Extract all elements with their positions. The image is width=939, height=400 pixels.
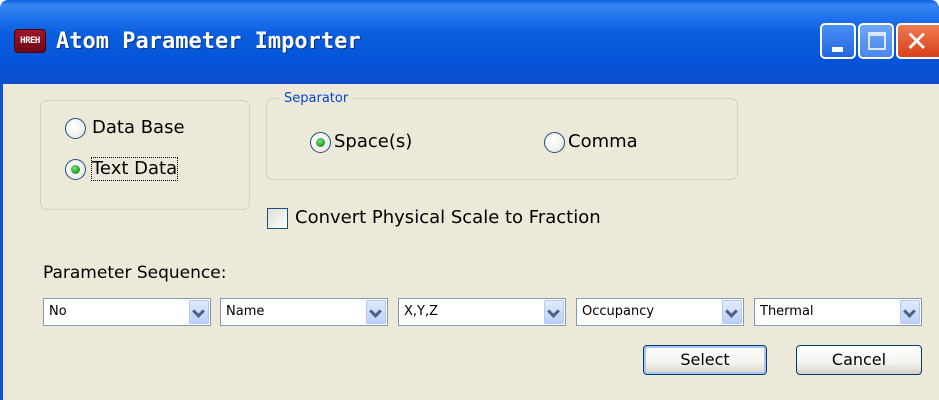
- data-base-label[interactable]: Data Base: [92, 117, 185, 139]
- data-base-radio[interactable]: [65, 118, 86, 139]
- maximize-icon: [868, 32, 886, 50]
- maximize-button[interactable]: [858, 23, 894, 59]
- chevron-down-icon[interactable]: [366, 300, 386, 324]
- text-data-radio[interactable]: [65, 159, 86, 180]
- window-title: Atom Parameter Importer: [56, 29, 361, 54]
- minimize-button[interactable]: [820, 23, 856, 59]
- convert-checkbox[interactable]: [267, 208, 288, 229]
- chevron-down-icon[interactable]: [722, 300, 742, 324]
- chevron-down-icon[interactable]: [544, 300, 564, 324]
- select-button[interactable]: Select: [643, 345, 767, 375]
- param-combo-3-value: X,Y,Z: [404, 304, 439, 319]
- space-radio[interactable]: [310, 132, 331, 153]
- close-button[interactable]: ✕: [896, 23, 939, 59]
- comma-radio[interactable]: [544, 132, 565, 153]
- dialog-window: HREH Atom Parameter Importer ✕ Data Base…: [0, 0, 939, 400]
- cancel-button[interactable]: Cancel: [796, 345, 922, 375]
- param-combo-5-value: Thermal: [760, 304, 814, 319]
- param-combo-4-value: Occupancy: [582, 304, 655, 319]
- app-icon: HREH: [14, 29, 46, 53]
- param-combo-5[interactable]: Thermal: [754, 298, 922, 326]
- title-bar[interactable]: HREH Atom Parameter Importer ✕: [0, 0, 939, 84]
- param-combo-1[interactable]: No: [43, 298, 211, 326]
- separator-legend: Separator: [280, 91, 353, 106]
- space-label[interactable]: Space(s): [334, 131, 412, 153]
- dialog-body: Data Base Text Data Separator Space(s) C…: [0, 84, 939, 400]
- param-combo-4[interactable]: Occupancy: [576, 298, 744, 326]
- comma-label[interactable]: Comma: [568, 131, 638, 153]
- param-combo-2[interactable]: Name: [220, 298, 388, 326]
- convert-label[interactable]: Convert Physical Scale to Fraction: [295, 207, 601, 229]
- parameter-sequence-label: Parameter Sequence:: [43, 263, 227, 283]
- param-combo-1-value: No: [49, 304, 67, 319]
- param-combo-3[interactable]: X,Y,Z: [398, 298, 566, 326]
- param-combo-2-value: Name: [226, 304, 265, 319]
- chevron-down-icon[interactable]: [900, 300, 920, 324]
- text-data-label[interactable]: Text Data: [90, 157, 179, 181]
- minimize-icon: [832, 47, 843, 52]
- chevron-down-icon[interactable]: [189, 300, 209, 324]
- close-icon: ✕: [905, 25, 929, 58]
